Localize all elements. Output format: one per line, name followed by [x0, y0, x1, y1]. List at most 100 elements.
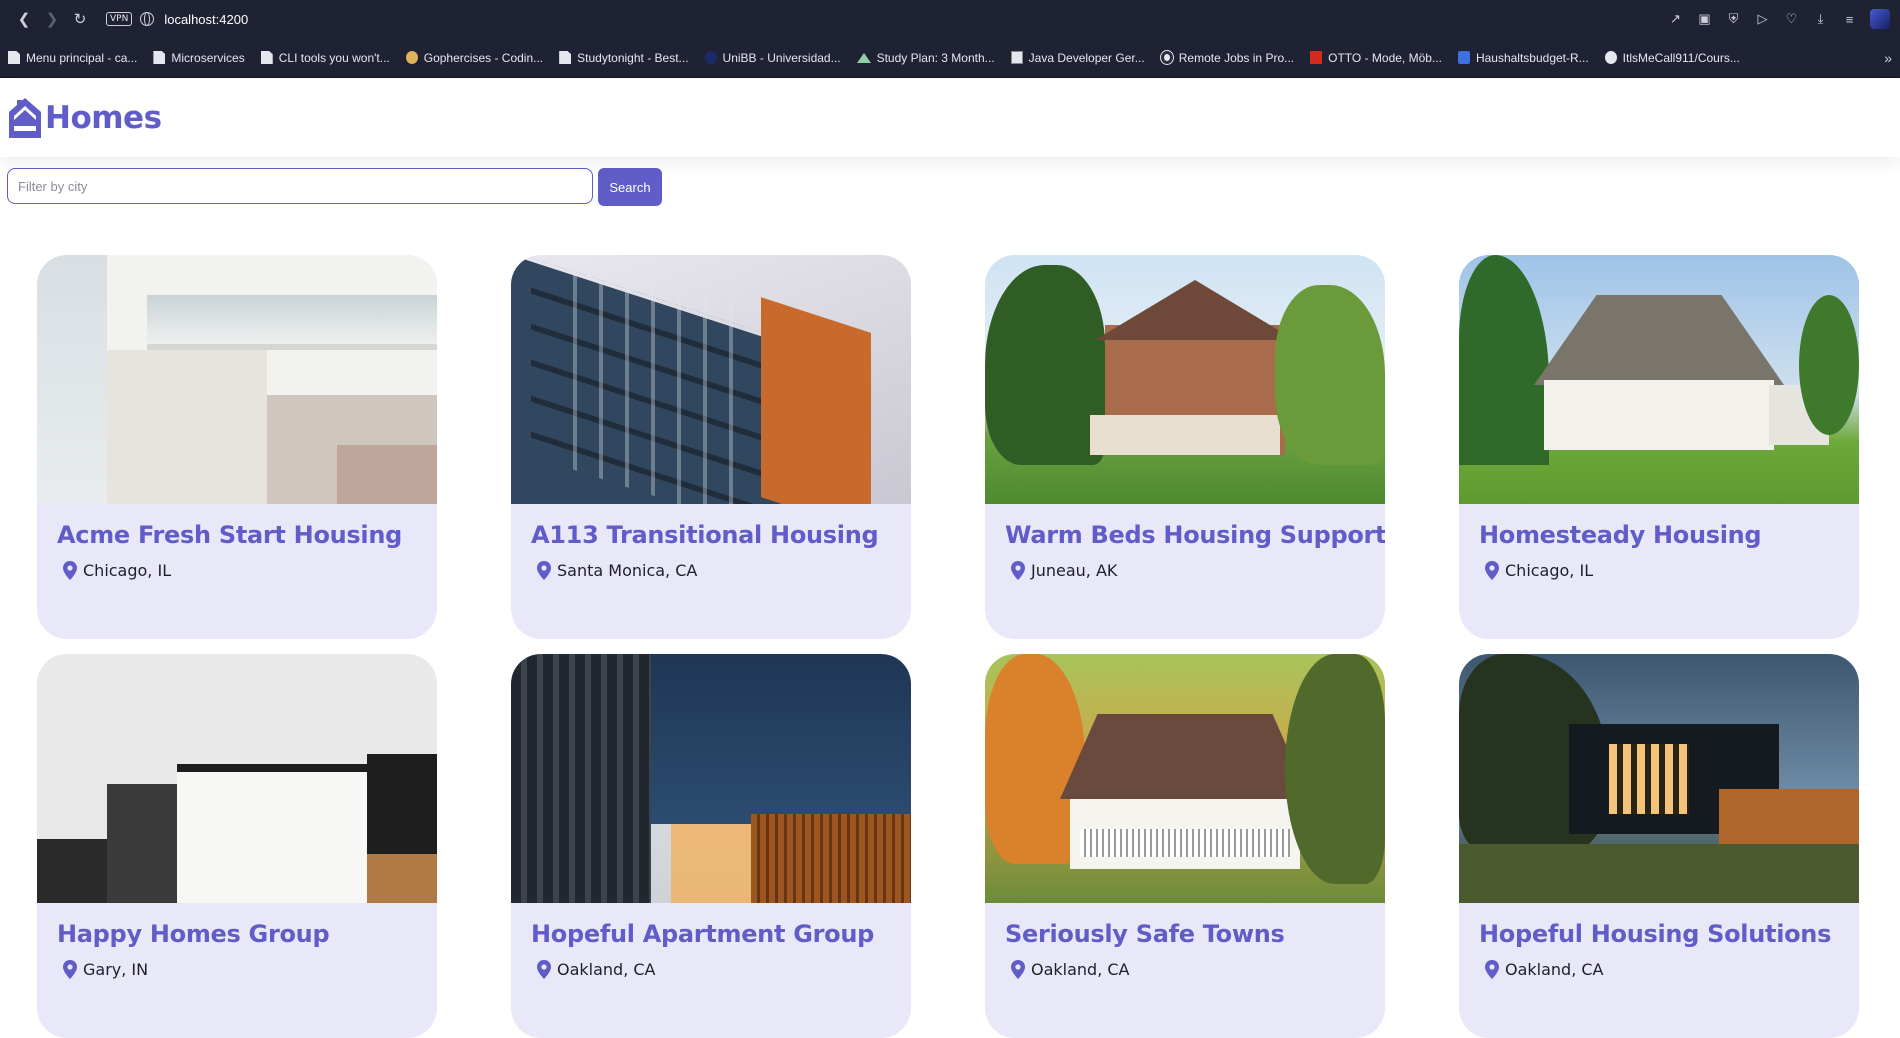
bookmark-item[interactable]: Remote Jobs in Pro... — [1159, 50, 1295, 65]
bookmark-label: UniBB - Universidad... — [722, 50, 841, 65]
bookmark-item[interactable]: Menu principal - ca... — [8, 51, 137, 65]
search-button[interactable]: Search — [598, 168, 662, 206]
profile-avatar[interactable] — [1870, 9, 1890, 29]
housing-card[interactable]: Homesteady Housing Chicago, IL — [1459, 255, 1859, 639]
share-icon[interactable]: ↗ — [1667, 11, 1684, 28]
bookmark-label: Microservices — [171, 50, 245, 65]
bookmark-item[interactable]: OTTO - Mode, Möb... — [1310, 51, 1442, 65]
housing-card[interactable]: Hopeful Housing Solutions Oakland, CA — [1459, 654, 1859, 1038]
housing-location: Santa Monica, CA — [511, 549, 911, 580]
housing-photo — [1459, 654, 1859, 903]
browser-toolbar: ❮ ❯ ↻ VPN localhost:4200 ↗ ▣ ⛨ ▷ ♡ ⤓ ≡ — [0, 0, 1900, 38]
camera-icon[interactable]: ▣ — [1696, 11, 1713, 28]
bookmark-label: ItlsMeCall911/Cours... — [1622, 50, 1740, 65]
address-bar[interactable]: localhost:4200 — [164, 12, 248, 27]
housing-photo — [985, 654, 1385, 903]
bookmark-label: Gophercises - Codin... — [423, 50, 544, 65]
location-pin-icon — [537, 960, 551, 979]
bookmark-doc-icon — [8, 51, 20, 64]
housing-name: Warm Beds Housing Support — [1005, 521, 1385, 549]
housing-name: Homesteady Housing — [1479, 521, 1762, 549]
location-pin-icon — [1011, 960, 1025, 979]
location-pin-icon — [1011, 561, 1025, 580]
housing-card[interactable]: Happy Homes Group Gary, IN — [37, 654, 437, 1038]
location-pin-icon — [63, 960, 77, 979]
housing-card[interactable]: Acme Fresh Start Housing Chicago, IL — [37, 255, 437, 639]
housing-name: Seriously Safe Towns — [1005, 920, 1285, 948]
heart-icon[interactable]: ♡ — [1783, 11, 1800, 28]
housing-card[interactable]: Hopeful Apartment Group Oakland, CA — [511, 654, 911, 1038]
bookmark-gh-icon — [1604, 51, 1617, 64]
housing-city: Juneau, AK — [1031, 561, 1118, 580]
bookmark-label: Study Plan: 3 Month... — [876, 50, 995, 65]
bookmark-item[interactable]: Microservices — [153, 50, 245, 65]
bookmark-hh-icon — [1457, 51, 1470, 64]
reload-icon[interactable]: ↻ — [66, 5, 94, 33]
bookmark-item[interactable]: ItlsMeCall911/Cours... — [1604, 50, 1740, 65]
bookmark-item[interactable]: Study Plan: 3 Month... — [856, 50, 995, 65]
download-icon[interactable]: ⤓ — [1812, 11, 1829, 28]
bookmark-gopher-icon — [405, 51, 418, 64]
bookmark-item[interactable]: Java Developer Ger... — [1010, 50, 1145, 65]
bookmark-java-icon — [1010, 51, 1023, 64]
housing-location: Juneau, AK — [985, 549, 1385, 580]
bookmark-item[interactable]: Haushaltsbudget-R... — [1457, 51, 1589, 65]
app-header: Homes — [0, 78, 1900, 157]
housing-location: Gary, IN — [37, 948, 437, 979]
bookmark-label: Remote Jobs in Pro... — [1178, 50, 1295, 65]
housing-photo — [1459, 255, 1859, 504]
housing-location: Oakland, CA — [511, 948, 911, 979]
bookmark-doc-icon — [559, 51, 572, 64]
housing-name: Hopeful Housing Solutions — [1479, 920, 1832, 948]
menu-icon[interactable]: ≡ — [1841, 11, 1858, 28]
browser-actions: ↗ ▣ ⛨ ▷ ♡ ⤓ ≡ — [1667, 9, 1890, 29]
bookmark-label: Studytonight - Best... — [577, 50, 689, 65]
search-bar: Search — [0, 157, 1900, 206]
housing-city: Chicago, IL — [83, 561, 172, 580]
play-icon[interactable]: ▷ — [1754, 11, 1771, 28]
city-filter-input[interactable] — [7, 168, 593, 204]
vpn-badge[interactable]: VPN — [106, 12, 133, 26]
forward-arrow-icon[interactable]: ❯ — [38, 5, 66, 33]
housing-card[interactable]: Seriously Safe Towns Oakland, CA — [985, 654, 1385, 1038]
bookmark-item[interactable]: CLI tools you won't... — [260, 51, 390, 65]
housing-city: Gary, IN — [83, 960, 149, 979]
home-logo-icon — [9, 97, 41, 138]
location-pin-icon — [1485, 561, 1499, 580]
housing-photo — [511, 654, 911, 903]
housing-photo — [511, 255, 911, 504]
housing-location: Chicago, IL — [1459, 549, 1859, 580]
back-arrow-icon[interactable]: ❮ — [10, 5, 38, 33]
bookmark-doc-icon — [153, 51, 166, 64]
housing-card[interactable]: Warm Beds Housing Support Juneau, AK — [985, 255, 1385, 639]
location-pin-icon — [1485, 960, 1499, 979]
bookmark-item[interactable]: Gophercises - Codin... — [405, 50, 544, 65]
housing-city: Oakland, CA — [557, 960, 656, 979]
housing-name: Happy Homes Group — [57, 920, 330, 948]
bookmark-otto-icon — [1310, 51, 1323, 64]
bookmark-item[interactable]: Studytonight - Best... — [559, 50, 689, 65]
housing-name: Acme Fresh Start Housing — [57, 521, 402, 549]
housing-city: Chicago, IL — [1505, 561, 1594, 580]
location-pin-icon — [63, 561, 77, 580]
housing-photo — [37, 654, 437, 903]
bookmark-remote-icon — [1159, 50, 1174, 65]
housing-name: A113 Transitional Housing — [531, 521, 879, 549]
housing-city: Oakland, CA — [1031, 960, 1130, 979]
bookmark-item[interactable]: UniBB - Universidad... — [704, 50, 841, 65]
bookmark-doc-icon — [260, 51, 273, 64]
housing-photo — [985, 255, 1385, 504]
listings-grid: Acme Fresh Start Housing Chicago, IL A113 … — [37, 255, 1861, 1038]
bookmark-label: OTTO - Mode, Möb... — [1328, 50, 1442, 65]
bookmark-label: Java Developer Ger... — [1028, 50, 1145, 65]
housing-location: Oakland, CA — [1459, 948, 1859, 979]
housing-card[interactable]: A113 Transitional Housing Santa Monica, C… — [511, 255, 911, 639]
housing-location: Chicago, IL — [37, 549, 437, 580]
housing-location: Oakland, CA — [985, 948, 1385, 979]
more-bookmarks-icon[interactable]: » — [1884, 50, 1892, 66]
site-info-globe-icon[interactable] — [140, 12, 155, 26]
housing-photo — [37, 255, 437, 504]
shield-icon[interactable]: ⛨ — [1725, 11, 1742, 28]
bookmark-mount-icon — [856, 52, 871, 63]
location-pin-icon — [537, 561, 551, 580]
